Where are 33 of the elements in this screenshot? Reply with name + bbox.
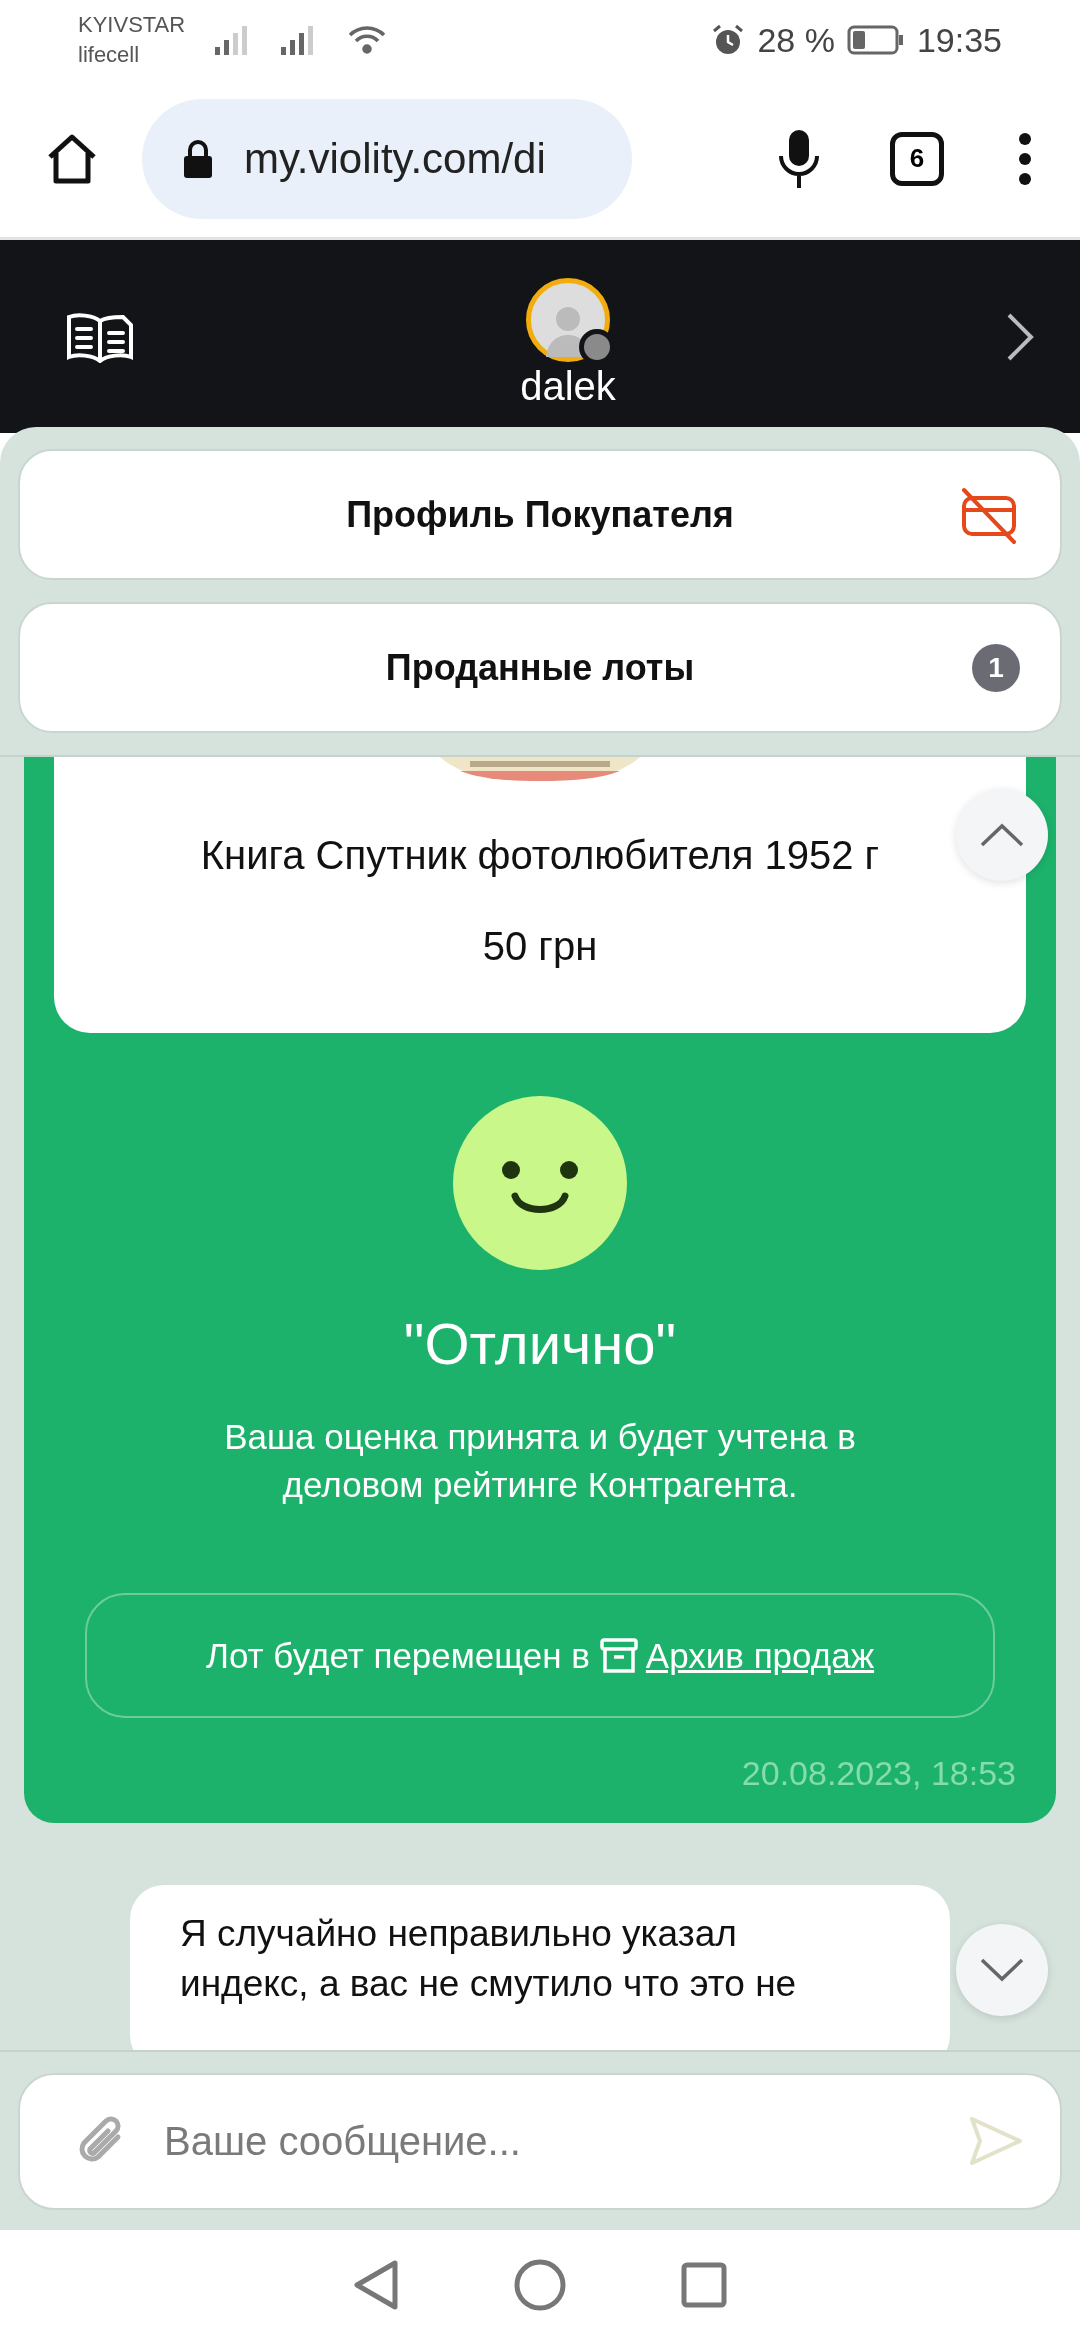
archive-text: Лот будет перемещен в xyxy=(205,1635,590,1676)
message-input[interactable]: Ваше сообщение... xyxy=(162,2117,936,2165)
lot-title: Книга Спутник фотолюбителя 1952 г xyxy=(200,833,880,878)
lot-card[interactable]: Книга Спутник фотолюбителя 1952 г 50 грн xyxy=(54,757,1026,1033)
username: dalek xyxy=(520,364,616,409)
battery-icon xyxy=(846,25,905,55)
carrier-name: lifecell xyxy=(78,41,141,69)
battery-percent: 28 % xyxy=(757,20,835,60)
home-icon[interactable] xyxy=(514,2259,566,2311)
address-bar[interactable]: my.violity.com/di xyxy=(142,98,632,219)
recents-icon[interactable] xyxy=(681,2262,727,2308)
chevron-up-icon xyxy=(980,823,1024,847)
lock-icon xyxy=(182,138,214,179)
section-tab[interactable]: Проданные лоты 1 xyxy=(18,602,1062,733)
count-badge: 1 xyxy=(972,643,1020,692)
wifi-icon xyxy=(347,24,388,56)
url-text: my.violity.com/di xyxy=(244,134,546,183)
rating-label: "Отлично" xyxy=(403,1310,677,1377)
message-field[interactable]: Ваше сообщение... xyxy=(18,2072,1062,2210)
tab-count-button[interactable]: 6 xyxy=(890,131,944,186)
smiley-icon xyxy=(453,1096,627,1270)
section-tab[interactable]: Профиль Покупателя xyxy=(18,449,1062,580)
back-icon[interactable] xyxy=(353,2259,399,2311)
chevron-down-icon xyxy=(980,1958,1024,1982)
alarm-icon xyxy=(711,23,746,57)
archive-icon xyxy=(599,1637,638,1674)
rating-note: Ваша оценка принята и будет учтена в деловом рейтинге Контрагента. xyxy=(223,1416,857,1506)
timestamp: 20.08.2023, 18:53 xyxy=(741,1754,1016,1793)
lot-price: 50 грн xyxy=(482,924,598,969)
clock-time: 19:35 xyxy=(916,20,1002,60)
carrier-name: KYIVSTAR xyxy=(78,11,186,40)
scroll-down-button[interactable] xyxy=(956,1924,1048,2016)
message-text: Я случайно неправильно указал индекс, а вас не смутило что это не xyxy=(180,1912,798,2006)
